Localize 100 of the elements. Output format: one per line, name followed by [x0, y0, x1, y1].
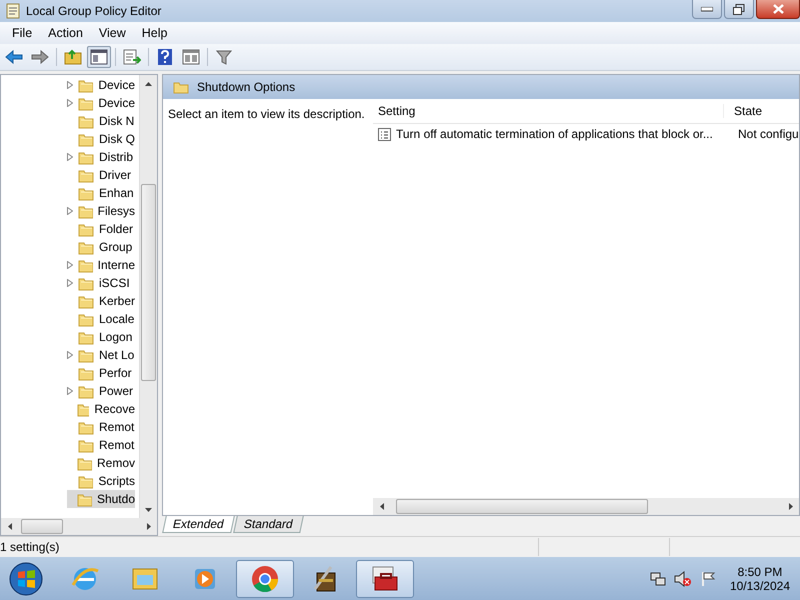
- clock[interactable]: 8:50 PM 10/13/2024: [724, 564, 796, 592]
- folder-icon: [78, 78, 94, 92]
- folder-icon: [78, 204, 93, 218]
- column-header[interactable]: Setting: [373, 104, 723, 118]
- menu-item[interactable]: Help: [134, 26, 176, 40]
- folder-icon: [78, 474, 94, 488]
- taskbar-button[interactable]: [356, 560, 414, 598]
- menu-item[interactable]: View: [90, 26, 134, 40]
- tree-item[interactable]: Shutdo: [67, 490, 135, 508]
- folder-icon: [78, 330, 94, 344]
- scroll-up-icon[interactable]: [145, 82, 152, 86]
- folder-icon: [78, 258, 93, 272]
- menu-item[interactable]: Action: [40, 26, 91, 40]
- folder-icon: [78, 420, 94, 434]
- expand-arrow-icon[interactable]: [67, 351, 73, 359]
- state-cell-text: Not configu: [737, 127, 799, 141]
- folder-icon: [78, 240, 94, 254]
- scroll-left-icon[interactable]: [8, 523, 12, 530]
- scroll-right-icon[interactable]: [146, 523, 150, 530]
- clock-date: 10/13/2024: [730, 578, 790, 592]
- help-icon: [157, 48, 173, 66]
- show-hide-tree-button[interactable]: [87, 46, 111, 68]
- folder-icon: [77, 456, 92, 470]
- list-export-icon: [123, 49, 141, 65]
- tree-item[interactable]: Disk Q: [67, 130, 135, 148]
- tree-item[interactable]: Distrib: [67, 148, 135, 166]
- expand-arrow-icon[interactable]: [67, 387, 73, 395]
- restore-icon: [733, 4, 745, 14]
- clock-time: 8:50 PM: [738, 564, 782, 578]
- folder-icon: [78, 384, 94, 398]
- setting-cell-text: Turn off automatic termination of applications that block or...: [395, 127, 714, 141]
- pane-icon: [90, 49, 108, 65]
- folder-icon: [78, 294, 94, 308]
- tree-item[interactable]: Disk N: [67, 112, 135, 130]
- folder-icon: [76, 402, 90, 416]
- tree-item[interactable]: Locale: [67, 310, 135, 328]
- folder-icon: [78, 168, 94, 182]
- tree-item[interactable]: Perfor: [67, 364, 135, 382]
- expand-arrow-icon[interactable]: [67, 279, 73, 287]
- tree-item[interactable]: Remov: [67, 454, 135, 472]
- view-tab[interactable]: Extended: [162, 516, 235, 533]
- folder-icon: [77, 492, 92, 506]
- folder-icon: [78, 312, 94, 326]
- horizontal-scrollbar[interactable]: [1, 518, 157, 535]
- tree-item[interactable]: Kerber: [67, 292, 135, 310]
- expand-arrow-icon[interactable]: [67, 153, 73, 161]
- folder-icon: [78, 438, 94, 452]
- maximize-button[interactable]: [724, 0, 754, 19]
- tree-item[interactable]: Filesys: [67, 202, 135, 220]
- expand-arrow-icon[interactable]: [67, 99, 73, 107]
- forward-arrow-icon: [31, 50, 49, 64]
- expand-arrow-icon[interactable]: [67, 81, 73, 89]
- flag-icon: [700, 570, 716, 586]
- status-text: 1 setting(s): [0, 540, 60, 554]
- tree-item[interactable]: Recove: [67, 400, 135, 418]
- scroll-down-icon[interactable]: [145, 508, 152, 512]
- view-tab[interactable]: Standard: [232, 516, 304, 533]
- scroll-right-icon[interactable]: [788, 503, 792, 510]
- folder-icon: [78, 186, 94, 200]
- tree-item[interactable]: Driver: [67, 166, 135, 184]
- start-orb-icon: [9, 562, 43, 596]
- close-icon: [772, 4, 784, 14]
- minimize-button[interactable]: [692, 0, 722, 19]
- tree-item[interactable]: Group: [67, 238, 135, 256]
- tree-item[interactable]: Remot: [67, 436, 135, 454]
- folder-icon: [78, 348, 94, 362]
- tree-item[interactable]: Interne: [67, 256, 135, 274]
- tree-item[interactable]: Enhan: [67, 184, 135, 202]
- tree-item[interactable]: Remot: [67, 418, 135, 436]
- filter-icon: [216, 49, 232, 65]
- window-panes-icon: [182, 49, 200, 65]
- close-button[interactable]: [756, 0, 800, 19]
- folder-icon: [78, 132, 94, 146]
- tree-item[interactable]: iSCSI: [67, 274, 135, 292]
- setting-icon: [378, 128, 393, 140]
- back-arrow-icon: [5, 50, 23, 64]
- tree-item[interactable]: Logon: [67, 328, 135, 346]
- expand-arrow-icon[interactable]: [67, 207, 73, 215]
- horizontal-scrollbar[interactable]: [373, 498, 799, 515]
- network-icon: [650, 570, 666, 586]
- folder-up-icon: [64, 49, 82, 65]
- tree-item[interactable]: Net Lo: [67, 346, 135, 364]
- vertical-scrollbar[interactable]: [139, 75, 157, 518]
- folder-icon: [78, 276, 94, 290]
- scroll-left-icon[interactable]: [380, 503, 384, 510]
- tree-item[interactable]: Scripts: [67, 472, 135, 490]
- folder-icon: [78, 222, 94, 236]
- policy-document-icon: [6, 3, 20, 19]
- minimize-icon: [701, 6, 713, 12]
- tree-item[interactable]: Power: [67, 382, 135, 400]
- tree-item[interactable]: Device: [67, 94, 135, 112]
- folder-icon: [78, 150, 94, 164]
- folder-icon: [78, 96, 94, 110]
- folder-icon: [78, 366, 94, 380]
- column-header[interactable]: State: [723, 104, 799, 118]
- tree-item[interactable]: Folder: [67, 220, 135, 238]
- muted-speaker-icon: [674, 570, 692, 586]
- tree-item[interactable]: Device: [67, 76, 135, 94]
- expand-arrow-icon[interactable]: [67, 261, 73, 269]
- menu-item[interactable]: File: [4, 26, 40, 40]
